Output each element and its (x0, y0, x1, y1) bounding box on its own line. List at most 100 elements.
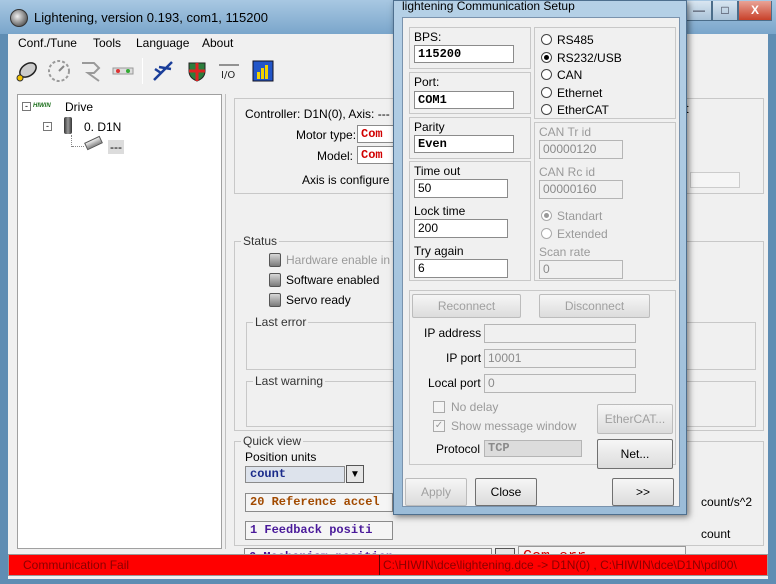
toolbar-separator (142, 58, 143, 84)
quick-view-row-2[interactable]: 1 Feedback positi (245, 521, 393, 540)
hardware-enable-label: Hardware enable in (286, 253, 391, 267)
position-units-label: Position units (245, 450, 317, 464)
radio-ethernet[interactable] (541, 87, 552, 98)
servo-ready-label: Servo ready (286, 293, 351, 307)
can-rx-label: CAN Rc id (539, 165, 596, 179)
local-port-field[interactable]: 0 (484, 374, 636, 393)
probe-icon[interactable] (14, 58, 40, 84)
software-enabled-label: Software enabled (286, 273, 380, 287)
can-rx-field[interactable]: 00000160 (539, 180, 623, 199)
tree-item-axis[interactable]: --- (108, 140, 124, 154)
menu-language[interactable]: Language (136, 36, 189, 50)
io-config-label: I/O (221, 70, 235, 81)
network-section: Reconnect Disconnect IP address IP port … (409, 290, 676, 469)
tryagain-field[interactable]: 6 (414, 259, 508, 278)
timing-section: Time out 50 Lock time 200 Try again 6 (409, 161, 531, 281)
quick-view-unit-2: count (701, 527, 731, 541)
ethercat-button[interactable]: EtherCAT... (597, 404, 673, 434)
menu-tools[interactable]: Tools (93, 36, 121, 50)
position-units-select[interactable]: count (245, 466, 345, 483)
io-icon[interactable] (110, 58, 136, 84)
maximize-button[interactable]: □ (712, 1, 738, 21)
protocol-select[interactable]: TCP (484, 440, 582, 457)
parity-field[interactable]: Even (414, 135, 514, 153)
radio-rs232-usb[interactable] (541, 52, 552, 63)
standart-label: Standart (557, 209, 603, 223)
motor-type-label: Motor type: (296, 128, 357, 142)
minimize-button[interactable]: — (686, 1, 712, 21)
quick-view-row-1[interactable]: 20 Reference accel (245, 493, 393, 512)
bps-section: BPS: 115200 (409, 27, 531, 69)
scan-rate-field[interactable]: 0 (539, 260, 623, 279)
menu-conf-tune[interactable]: Conf./Tune (18, 36, 77, 50)
protocol-label: Protocol (436, 442, 481, 456)
interface-section: RS485 RS232/USB CAN Ethernet EtherCAT (534, 27, 676, 119)
close-dialog-button[interactable]: Close (475, 478, 537, 506)
disconnect-button[interactable]: Disconnect (539, 294, 650, 318)
model-label: Model: (317, 149, 354, 163)
dialog-body: BPS: 115200 Port: COM1 Parity Even Time … (402, 17, 680, 507)
menu-about[interactable]: About (202, 36, 233, 50)
can-tx-field[interactable]: 00000120 (539, 140, 623, 159)
show-message-label: Show message window (451, 419, 577, 433)
timeout-label: Time out (414, 164, 461, 178)
drive-tree: - HIWIN Drive - 0. D1N --- (17, 94, 222, 549)
show-message-checkbox[interactable]: ✓ (433, 420, 445, 432)
status-bar: Communication Fail C:\HIWIN\dce\lighteni… (8, 554, 768, 576)
chevron-down-icon[interactable]: ▼ (346, 465, 364, 483)
dialog-title[interactable]: lightening Communication Setup (402, 0, 575, 13)
tree-connector (72, 146, 84, 147)
no-delay-label: No delay (451, 400, 499, 414)
hiwin-logo: HIWIN (33, 103, 51, 109)
axis-config-indicator (690, 172, 740, 188)
scan-rate-label: Scan rate (539, 245, 591, 259)
ip-address-field[interactable] (484, 324, 636, 343)
bps-label: BPS: (414, 30, 442, 44)
motor-icon (84, 135, 103, 151)
gauge-icon[interactable] (46, 58, 72, 84)
tryagain-label: Try again (414, 244, 464, 258)
locktime-label: Lock time (414, 204, 466, 218)
radio-rs485[interactable] (541, 34, 552, 45)
timeout-field[interactable]: 50 (414, 179, 508, 198)
radio-can[interactable] (541, 69, 552, 80)
net-button[interactable]: Net... (597, 439, 673, 469)
radio-ethercat[interactable] (541, 104, 552, 115)
can-section: CAN Tr id 00000120 CAN Rc id 00000160 St… (534, 122, 676, 281)
reconnect-button[interactable]: Reconnect (412, 294, 521, 318)
ethercat-label: EtherCAT (557, 103, 609, 117)
communication-setup-dialog: lightening Communication Setup BPS: 1152… (393, 0, 687, 515)
ethernet-label: Ethernet (557, 86, 603, 100)
locktime-field[interactable]: 200 (414, 219, 508, 238)
io-config-icon[interactable]: I/O (216, 58, 242, 84)
wizard-icon[interactable] (78, 58, 104, 84)
expand-button[interactable]: >> (612, 478, 674, 506)
no-delay-checkbox[interactable] (433, 401, 445, 413)
status-bar-path: C:\HIWIN\dce\lightening.dce -> D1N(0) , … (383, 558, 737, 572)
shield-icon[interactable] (184, 58, 210, 84)
ip-port-label: IP port (446, 351, 482, 365)
parity-section: Parity Even (409, 117, 531, 159)
radio-standart[interactable] (541, 210, 552, 221)
tree-item-drive[interactable]: Drive (65, 100, 93, 114)
bps-field[interactable]: 115200 (414, 45, 514, 63)
close-button[interactable]: X (738, 1, 772, 21)
ip-port-field[interactable]: 10001 (484, 349, 636, 368)
controller-header: Controller: D1N(0), Axis: --- (245, 107, 390, 121)
radio-extended[interactable] (541, 228, 552, 239)
ip-address-label: IP address (424, 326, 482, 340)
status-bar-divider (379, 555, 380, 575)
scope-icon[interactable] (250, 58, 276, 84)
extended-label: Extended (557, 227, 608, 241)
last-error-title: Last error (253, 315, 309, 329)
tree-expander-drive[interactable]: - (22, 102, 31, 111)
rs485-label: RS485 (557, 33, 594, 47)
plane-icon[interactable] (150, 58, 176, 84)
port-field[interactable]: COM1 (414, 91, 514, 109)
tree-item-d1n[interactable]: 0. D1N (84, 120, 121, 134)
tree-expander-d1n[interactable]: - (43, 122, 52, 131)
status-led-software (269, 273, 281, 287)
apply-button[interactable]: Apply (405, 478, 467, 506)
status-led-hardware (269, 253, 281, 267)
can-tx-label: CAN Tr id (539, 125, 592, 139)
